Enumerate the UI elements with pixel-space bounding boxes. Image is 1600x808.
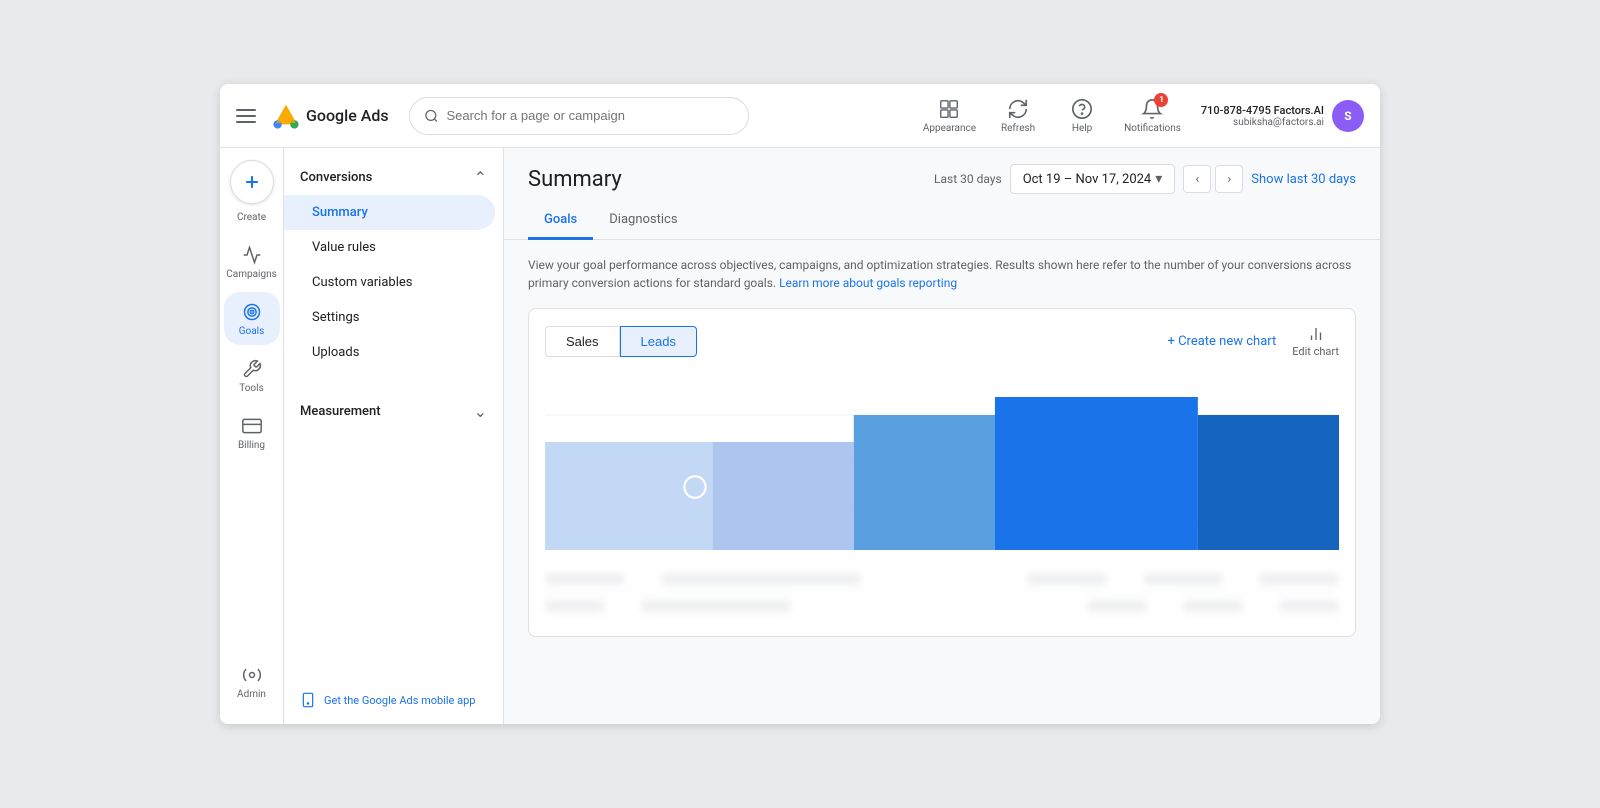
chart-actions: + Create new chart Edit chart	[1167, 325, 1339, 358]
app-window: Google Ads Appearance	[220, 84, 1380, 724]
show-last-30-link[interactable]: Show last 30 days	[1251, 172, 1356, 187]
sidebar-item-tools[interactable]: Tools	[224, 349, 280, 402]
date-range-text: Oct 19 – Nov 17, 2024	[1023, 172, 1152, 187]
table-row	[545, 566, 1339, 593]
measurement-section-header[interactable]: Measurement ⌄	[284, 394, 503, 429]
sidebar-item-campaigns[interactable]: Campaigns	[224, 235, 280, 288]
learn-more-link[interactable]: Learn more about goals reporting	[779, 276, 957, 290]
page-title: Summary	[528, 167, 622, 192]
sidebar-nav-uploads[interactable]: Uploads	[284, 335, 495, 370]
user-name: 710-878-4795 Factors.AI	[1201, 104, 1324, 117]
chevron-down-icon: ⌄	[474, 402, 487, 421]
notifications-label: Notifications	[1124, 123, 1181, 135]
sidebar-item-billing[interactable]: Billing	[224, 406, 280, 459]
leads-toggle[interactable]: Leads	[620, 326, 697, 357]
bar-chart-icon	[1307, 325, 1325, 343]
blurred-data-table	[545, 566, 1339, 620]
user-details: 710-878-4795 Factors.AI subiksha@factors…	[1201, 104, 1324, 128]
help-label: Help	[1072, 123, 1092, 135]
admin-nav-label: Admin	[237, 689, 266, 700]
create-label: Create	[237, 212, 266, 223]
chart-svg	[545, 370, 1339, 550]
tab-diagnostics[interactable]: Diagnostics	[593, 202, 693, 240]
sidebar-item-goals[interactable]: Goals	[224, 292, 280, 345]
sidebar-item-admin[interactable]: Admin	[224, 655, 280, 708]
help-icon	[1070, 97, 1094, 121]
next-date-button[interactable]: ›	[1215, 165, 1243, 193]
billing-nav-label: Billing	[238, 440, 265, 451]
table-row	[545, 593, 1339, 620]
refresh-label: Refresh	[1001, 123, 1035, 135]
date-controls: Last 30 days Oct 19 – Nov 17, 2024 ▾ ‹ ›…	[934, 164, 1356, 194]
chart-card: Sales Leads + Create new chart Edit char…	[528, 308, 1356, 637]
create-chart-link[interactable]: + Create new chart	[1167, 334, 1276, 349]
sidebar-nav-summary[interactable]: Summary	[284, 195, 495, 230]
sidebar-nav-value-rules[interactable]: Value rules	[284, 230, 495, 265]
sidebar-measurement-section: Measurement ⌄	[284, 382, 503, 441]
appearance-label: Appearance	[923, 123, 976, 135]
notifications-button[interactable]: 1 Notifications	[1124, 97, 1181, 135]
phone-icon	[300, 692, 316, 708]
goals-icon	[240, 300, 264, 324]
search-bar[interactable]	[409, 97, 749, 135]
date-picker-chevron-icon: ▾	[1155, 171, 1162, 187]
appearance-button[interactable]: Appearance	[923, 97, 976, 135]
content-header: Summary Last 30 days Oct 19 – Nov 17, 20…	[504, 148, 1380, 194]
google-ads-logo-icon	[272, 102, 300, 130]
bell-icon: 1	[1140, 97, 1164, 121]
footer-text: Get the Google Ads mobile app	[324, 694, 475, 707]
topbar: Google Ads Appearance	[220, 84, 1380, 148]
tools-icon	[240, 357, 264, 381]
user-info[interactable]: 710-878-4795 Factors.AI subiksha@factors…	[1201, 100, 1364, 132]
search-input[interactable]	[446, 108, 733, 123]
tab-goals[interactable]: Goals	[528, 202, 593, 240]
sidebar-nav-settings[interactable]: Settings	[284, 300, 495, 335]
sidebar-wide: Conversions ⌃ Summary Value rules Custom…	[284, 148, 504, 724]
main-area: Create Campaigns Goals	[220, 148, 1380, 724]
sales-toggle[interactable]: Sales	[545, 326, 620, 357]
chart-header: Sales Leads + Create new chart Edit char…	[545, 325, 1339, 358]
date-picker[interactable]: Oct 19 – Nov 17, 2024 ▾	[1010, 164, 1176, 194]
create-button[interactable]	[230, 160, 274, 204]
conversions-section-header[interactable]: Conversions ⌃	[284, 160, 503, 195]
search-icon	[424, 108, 439, 124]
user-email: subiksha@factors.ai	[1233, 117, 1324, 128]
appearance-icon	[937, 97, 961, 121]
date-label: Last 30 days	[934, 172, 1002, 186]
menu-icon[interactable]	[236, 104, 260, 128]
goals-nav-label: Goals	[239, 326, 265, 337]
admin-icon	[240, 663, 264, 687]
notification-badge: 1	[1154, 93, 1168, 107]
chart-toggle: Sales Leads	[545, 326, 697, 357]
prev-date-button[interactable]: ‹	[1183, 165, 1211, 193]
chevron-up-icon: ⌃	[474, 168, 487, 187]
content-body: View your goal performance across object…	[504, 240, 1380, 724]
avatar[interactable]: S	[1332, 100, 1364, 132]
logo-text: Google Ads	[306, 106, 389, 125]
edit-chart-label: Edit chart	[1292, 345, 1339, 358]
refresh-button[interactable]: Refresh	[996, 97, 1040, 135]
nav-arrows: ‹ ›	[1183, 165, 1243, 193]
campaigns-nav-label: Campaigns	[226, 269, 277, 280]
edit-chart-button[interactable]: Edit chart	[1292, 325, 1339, 358]
help-button[interactable]: Help	[1060, 97, 1104, 135]
tabs-bar: Goals Diagnostics	[504, 202, 1380, 240]
sidebar-footer[interactable]: Get the Google Ads mobile app	[284, 676, 503, 724]
billing-icon	[240, 414, 264, 438]
sidebar-nav-custom-variables[interactable]: Custom variables	[284, 265, 495, 300]
chart-container	[545, 370, 1339, 620]
description-text: View your goal performance across object…	[528, 256, 1356, 292]
logo-area: Google Ads	[272, 102, 389, 130]
campaigns-icon	[240, 243, 264, 267]
content-area: Summary Last 30 days Oct 19 – Nov 17, 20…	[504, 148, 1380, 724]
sidebar-narrow: Create Campaigns Goals	[220, 148, 284, 724]
topbar-right: Appearance Refresh Help	[923, 97, 1364, 135]
refresh-icon	[1006, 97, 1030, 121]
sidebar-bottom: Admin	[224, 655, 280, 724]
sidebar-conversions-section: Conversions ⌃ Summary Value rules Custom…	[284, 148, 503, 382]
tools-nav-label: Tools	[239, 383, 263, 394]
